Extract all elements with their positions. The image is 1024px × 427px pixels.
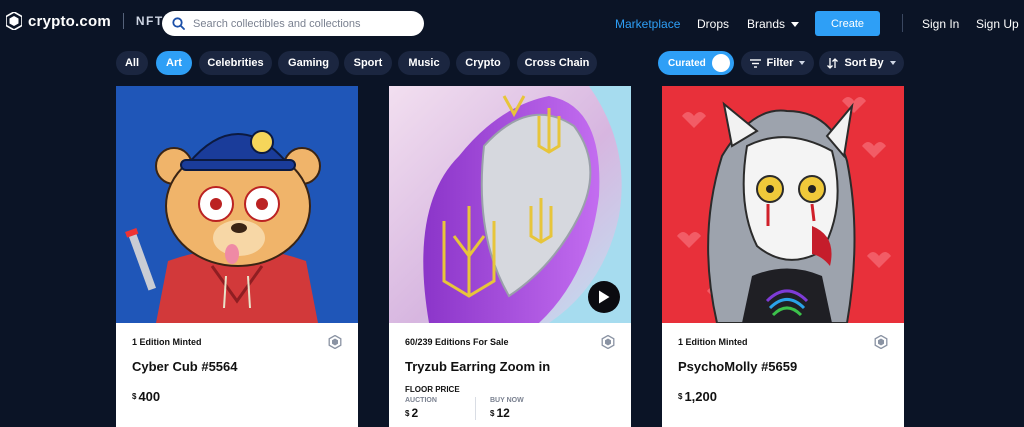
edition-count: 60/239 Editions For Sale xyxy=(405,337,509,347)
nav-marketplace[interactable]: Marketplace xyxy=(615,17,680,31)
edition-count: 1 Edition Minted xyxy=(678,337,748,347)
play-icon xyxy=(599,290,610,304)
category-chip-celebrities[interactable]: Celebrities xyxy=(199,51,272,75)
category-chip-sport[interactable]: Sport xyxy=(344,51,392,75)
nft-artwork-cyber-cub[interactable] xyxy=(116,86,358,323)
price-split: AUCTION $ 2 BUY NOW $ 12 xyxy=(405,397,615,420)
category-chip-art[interactable]: Art xyxy=(156,51,192,75)
price-amount: 2 xyxy=(411,406,419,420)
nav-drops[interactable]: Drops xyxy=(697,17,729,31)
card-info: 1 Edition Minted Cyber Cub #5564 $ 400 xyxy=(116,323,358,404)
play-video-button[interactable] xyxy=(588,281,620,313)
auction-value: $ 2 xyxy=(405,406,475,420)
nft-card[interactable]: 1 Edition Minted PsychoMolly #5659 $ 1,2… xyxy=(662,86,904,427)
search-input[interactable] xyxy=(193,17,413,30)
crypto-com-logo-icon xyxy=(6,12,22,30)
auction-price: AUCTION $ 2 xyxy=(405,397,475,420)
filter-label: Filter xyxy=(766,57,794,69)
price-currency: $ xyxy=(490,409,495,418)
psychomolly-illustration xyxy=(662,86,904,323)
nav-divider xyxy=(902,14,903,32)
price-amount: 12 xyxy=(496,406,510,420)
sort-label: Sort By xyxy=(844,57,884,69)
chevron-down-icon xyxy=(799,61,806,65)
price-currency: $ xyxy=(405,409,410,418)
category-chip-music[interactable]: Music xyxy=(398,51,450,75)
category-chip-crypto[interactable]: Crypto xyxy=(456,51,510,75)
price-currency: $ xyxy=(678,392,683,401)
card-info: 1 Edition Minted PsychoMolly #5659 $ 1,2… xyxy=(662,323,904,404)
brand-divider xyxy=(122,13,124,29)
sign-up-link[interactable]: Sign Up xyxy=(976,17,1019,31)
card-info: 60/239 Editions For Sale Tryzub Earring … xyxy=(389,323,631,420)
top-navigation: crypto.com NFT Marketplace Drops Brands … xyxy=(0,0,1024,46)
nft-title[interactable]: Tryzub Earring Zoom in xyxy=(405,359,615,374)
buy-now-value: $ 12 xyxy=(490,406,545,420)
sign-in-link[interactable]: Sign In xyxy=(922,17,959,31)
category-chip-gaming[interactable]: Gaming xyxy=(278,51,339,75)
cyber-cub-illustration xyxy=(116,86,358,323)
nft-title[interactable]: Cyber Cub #5564 xyxy=(132,359,342,374)
nft-price: $ 1,200 xyxy=(678,389,888,404)
curated-toggle[interactable]: Curated xyxy=(658,51,734,75)
search-icon xyxy=(172,17,185,30)
price-amount: 1,200 xyxy=(684,389,717,404)
chevron-down-icon xyxy=(889,61,896,65)
collection-badge-icon xyxy=(328,335,342,349)
brand-product: NFT xyxy=(135,14,164,28)
edition-count: 1 Edition Minted xyxy=(132,337,202,347)
toggle-knob xyxy=(712,54,730,72)
nft-price: $ 400 xyxy=(132,389,342,404)
sort-button[interactable]: Sort By xyxy=(819,51,904,75)
floor-price-label: FLOOR PRICE xyxy=(405,385,460,394)
create-button[interactable]: Create xyxy=(815,11,880,36)
brand-name: crypto.com xyxy=(28,12,111,30)
sort-icon xyxy=(827,57,839,69)
nav-brands-label: Brands xyxy=(747,17,786,31)
collection-badge-icon xyxy=(874,335,888,349)
price-currency: $ xyxy=(132,392,137,401)
category-chip-all[interactable]: All xyxy=(116,51,148,75)
nft-artwork-psychomolly[interactable] xyxy=(662,86,904,323)
nft-title[interactable]: PsychoMolly #5659 xyxy=(678,359,888,374)
curated-label: Curated xyxy=(668,57,706,69)
auction-label: AUCTION xyxy=(405,397,437,404)
search-bar[interactable] xyxy=(162,11,424,36)
nav-brands[interactable]: Brands xyxy=(747,17,800,31)
filter-button[interactable]: Filter xyxy=(741,51,814,75)
buy-now-price: BUY NOW $ 12 xyxy=(475,397,545,420)
price-amount: 400 xyxy=(138,389,161,404)
nft-card[interactable]: 1 Edition Minted Cyber Cub #5564 $ 400 xyxy=(116,86,358,427)
nft-artwork-tryzub-earring[interactable] xyxy=(389,86,631,323)
nft-card[interactable]: 60/239 Editions For Sale Tryzub Earring … xyxy=(389,86,631,427)
buy-now-label: BUY NOW xyxy=(490,397,524,404)
collection-badge-icon xyxy=(601,335,615,349)
category-chip-cross-chain[interactable]: Cross Chain xyxy=(517,51,597,75)
chevron-down-icon xyxy=(791,21,800,27)
filter-icon xyxy=(749,58,761,68)
brand-logo[interactable]: crypto.com NFT xyxy=(6,12,164,30)
